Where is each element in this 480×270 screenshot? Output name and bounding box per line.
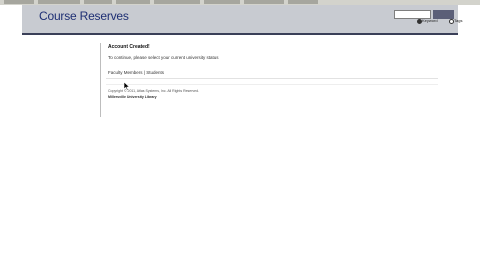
copyright-text: Copyright © 2011, Atlas Systems, Inc. Al… [108, 89, 200, 93]
bookmark-item[interactable] [84, 0, 112, 4]
bookmark-item[interactable] [4, 0, 34, 4]
status-links: Faculty Members | Students [108, 70, 164, 75]
bookmark-item[interactable] [154, 0, 200, 4]
content-left-border [100, 43, 101, 117]
keyword-radio-label: Keyword [422, 18, 438, 23]
page: Course Reserves Keyword Tags Account Cre… [0, 5, 480, 270]
divider [106, 84, 438, 85]
mouse-cursor-icon [124, 82, 130, 91]
faculty-members-link[interactable]: Faculty Members [108, 70, 143, 75]
link-separator: | [143, 70, 145, 75]
students-link[interactable]: Students [146, 70, 164, 75]
library-name: Millersville University Library [108, 95, 157, 99]
bookmark-item[interactable] [38, 0, 80, 4]
bookmark-item[interactable] [116, 0, 150, 4]
site-header: Course Reserves Keyword Tags [22, 5, 462, 35]
site-title[interactable]: Course Reserves [39, 9, 129, 23]
page-heading: Account Created! [108, 44, 150, 50]
bookmark-item[interactable] [204, 0, 240, 4]
tags-radio-label: Tags [454, 18, 463, 23]
bookmark-item[interactable] [244, 0, 284, 4]
bookmark-item[interactable] [288, 0, 318, 4]
instruction-text: To continue, please select your current … [108, 55, 219, 60]
divider [106, 78, 438, 79]
